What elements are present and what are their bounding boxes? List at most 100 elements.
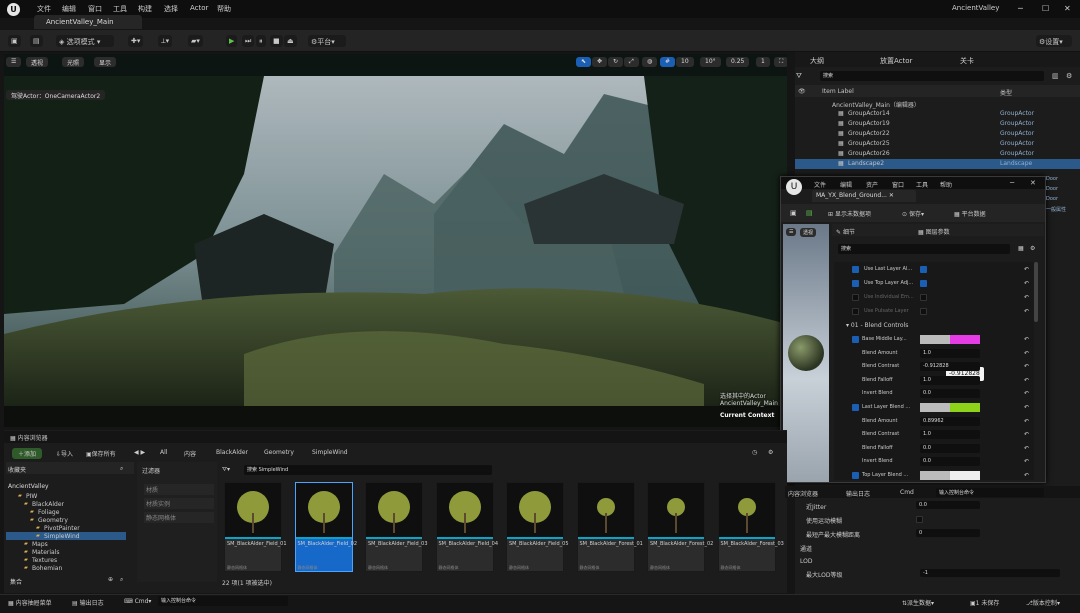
asset-tile[interactable]: SM_BlackAlder_Field_05 静态网格体 bbox=[506, 482, 569, 572]
blend-value-field[interactable]: 1.0 bbox=[920, 430, 980, 440]
details-search[interactable]: 搜索 bbox=[838, 244, 1010, 254]
path-content[interactable]: 内容 bbox=[184, 449, 196, 458]
collections-search-icon[interactable]: ⌕ bbox=[120, 576, 123, 584]
reset-icon[interactable]: ↶ bbox=[1024, 458, 1029, 465]
blend-value-field[interactable]: 0.0 bbox=[920, 457, 980, 467]
lod-value[interactable]: -1 bbox=[920, 569, 1060, 577]
show-inactive-button[interactable]: ⊞ 显示未数据项 bbox=[828, 209, 871, 218]
tree-item[interactable]: PIW bbox=[26, 493, 37, 500]
asset-tile[interactable]: SM_BlackAlder_Forest_03 静态网格体 bbox=[717, 482, 784, 572]
asset-filter-icon[interactable]: ⛛▾ bbox=[222, 466, 230, 474]
lit-button[interactable]: 光照 bbox=[62, 57, 85, 67]
favorites-label[interactable]: 收藏夹 bbox=[8, 465, 26, 474]
rotate-tool-icon[interactable]: ↻ bbox=[608, 57, 624, 67]
mat-save-icon[interactable]: ▣ bbox=[790, 209, 797, 217]
history-icon[interactable]: ◀ ▶ bbox=[134, 449, 145, 456]
outliner-row-name[interactable]: GroupActor22 bbox=[848, 130, 890, 137]
blend-value-field[interactable]: 0.0 bbox=[920, 443, 980, 453]
reset-icon[interactable]: ↶ bbox=[1024, 472, 1029, 479]
tree-item[interactable]: Materials bbox=[32, 549, 60, 556]
select-tool-icon[interactable]: ⬉ bbox=[576, 57, 592, 67]
details-scrollbar[interactable] bbox=[1034, 262, 1038, 322]
asset-tile[interactable]: SM_BlackAlder_Field_04 静态网格体 bbox=[435, 482, 498, 572]
add-content-icon[interactable]: ✚▾ bbox=[128, 35, 144, 47]
level-viewport[interactable]: ☰ 透视 光照 显示 ⬉ ✥ ↻ ⤢ ◍ # 10 10° 0.25 1 ⛶ 驾… bbox=[4, 54, 787, 427]
close-icon[interactable]: ✕ bbox=[1064, 4, 1071, 13]
blend-checkbox[interactable] bbox=[852, 472, 859, 479]
tab-layer-params[interactable]: ▦ 图层参数 bbox=[918, 227, 950, 236]
filter-static-mesh[interactable]: 静态网格体 bbox=[144, 512, 214, 523]
reset-icon[interactable]: ↶ bbox=[1024, 404, 1029, 411]
filters-label[interactable]: 过滤器 bbox=[142, 466, 160, 475]
reset-icon[interactable]: ↶ bbox=[1024, 377, 1029, 384]
reset-icon[interactable]: ↶ bbox=[1024, 390, 1029, 397]
menu-help[interactable]: 帮助 bbox=[217, 4, 231, 14]
world-icon[interactable]: ◍ bbox=[642, 57, 658, 67]
console-input[interactable]: 输入控制台命令 bbox=[158, 596, 288, 606]
filter-material[interactable]: 材质 bbox=[144, 484, 214, 495]
angle-snap[interactable]: 10° bbox=[700, 57, 721, 67]
camera-speed[interactable]: 1 bbox=[756, 57, 770, 67]
reset-icon[interactable]: ↶ bbox=[1024, 445, 1029, 452]
project-root[interactable]: AncientValley bbox=[8, 483, 49, 490]
cb-tab[interactable]: ▦ 内容浏览器 bbox=[10, 433, 48, 442]
param-value-checkbox[interactable] bbox=[920, 266, 927, 273]
tree-item[interactable]: Geometry bbox=[38, 517, 68, 524]
details-settings-icon[interactable]: ⚙ bbox=[1030, 245, 1035, 252]
blend-value-field[interactable]: 1.0 bbox=[920, 348, 980, 358]
settings-button[interactable]: ⚙设置▾ bbox=[1036, 35, 1072, 47]
mat-close-icon[interactable]: ✕ bbox=[1030, 179, 1036, 187]
content-drawer-button[interactable]: ▦ 内容抽屉菜单 bbox=[8, 598, 52, 607]
cb-settings-icon[interactable]: ⚙ bbox=[768, 449, 773, 456]
minimize-icon[interactable]: ─ bbox=[1018, 4, 1023, 13]
play-next-icon[interactable]: ⏭ bbox=[242, 35, 255, 47]
preview-persp-button[interactable]: 透视 bbox=[800, 228, 817, 237]
asset-tile[interactable]: SM_BlackAlder_Field_02 静态网格体 bbox=[294, 482, 357, 572]
blend-checkbox[interactable] bbox=[852, 336, 859, 343]
param-checkbox[interactable] bbox=[852, 280, 859, 287]
menu-edit[interactable]: 编辑 bbox=[62, 4, 76, 14]
outliner-row-name[interactable]: Landscape2 bbox=[848, 160, 884, 167]
reset-icon[interactable]: ↶ bbox=[1024, 280, 1029, 287]
viewport-menu-icon[interactable]: ☰ bbox=[6, 57, 22, 67]
unsaved-button[interactable]: ▣1 未保存 bbox=[970, 598, 999, 607]
section-channels[interactable]: 通道 bbox=[800, 544, 812, 553]
cb-history-icon[interactable]: ◷ bbox=[752, 449, 757, 456]
reset-icon[interactable]: ↶ bbox=[1024, 350, 1029, 357]
menu-tools[interactable]: 工具 bbox=[113, 4, 127, 14]
mat-platform-button[interactable]: ▦ 平台数据 bbox=[954, 209, 986, 218]
tree-item[interactable]: Foliage bbox=[38, 509, 59, 516]
tab-details[interactable]: ✎ 细节 bbox=[836, 227, 855, 236]
lr-cmd-input[interactable]: 输入控制台命令 bbox=[936, 488, 1044, 497]
col-type[interactable]: 类型 bbox=[1000, 88, 1012, 97]
reset-icon[interactable]: ↶ bbox=[1024, 336, 1029, 343]
asset-tile[interactable]: SM_BlackAlder_Field_01 静态网格体 bbox=[224, 482, 287, 572]
grid-snap-icon[interactable]: # bbox=[660, 57, 676, 67]
mode-dropdown[interactable]: ◈ 选项模式 ▾ bbox=[56, 35, 114, 47]
reset-icon[interactable]: ↶ bbox=[1024, 363, 1029, 370]
group-blend-controls[interactable]: ▾ 01 - Blend Controls bbox=[846, 322, 908, 329]
menu-file[interactable]: 文件 bbox=[37, 4, 51, 14]
param-checkbox[interactable] bbox=[852, 266, 859, 273]
param-checkbox[interactable] bbox=[852, 308, 859, 315]
filter-icon[interactable]: ⛛ bbox=[796, 72, 802, 81]
lr-row-checkbox[interactable] bbox=[916, 516, 923, 523]
grid-size[interactable]: 10 bbox=[676, 57, 694, 67]
lr-tab-content[interactable]: 内容浏览器 bbox=[788, 489, 818, 498]
cinematics-icon[interactable]: ▰▾ bbox=[188, 35, 203, 47]
param-value-checkbox[interactable] bbox=[920, 280, 927, 287]
mat-menu-edit[interactable]: 编辑 bbox=[840, 180, 852, 189]
col-item-label[interactable]: Item Label bbox=[822, 88, 854, 95]
eject-icon[interactable]: ⏏ bbox=[284, 35, 297, 47]
blend-value-field[interactable]: 1.0 bbox=[920, 375, 980, 385]
color-swatch[interactable] bbox=[920, 335, 980, 344]
import-button[interactable]: ⇩导入 bbox=[56, 449, 73, 458]
save-all-button[interactable]: ▣保存所有 bbox=[86, 449, 116, 458]
preview-menu-icon[interactable]: ☰ bbox=[786, 228, 797, 236]
blueprint-icon[interactable]: ⟂▾ bbox=[158, 35, 173, 47]
outliner-search[interactable]: 搜索 bbox=[820, 71, 1044, 81]
perspective-button[interactable]: 透视 bbox=[26, 57, 49, 67]
asset-search[interactable]: 搜索 SimpleWind bbox=[244, 465, 492, 475]
tree-item[interactable]: Textures bbox=[32, 557, 57, 564]
maximize-icon[interactable]: ☐ bbox=[1042, 4, 1049, 13]
